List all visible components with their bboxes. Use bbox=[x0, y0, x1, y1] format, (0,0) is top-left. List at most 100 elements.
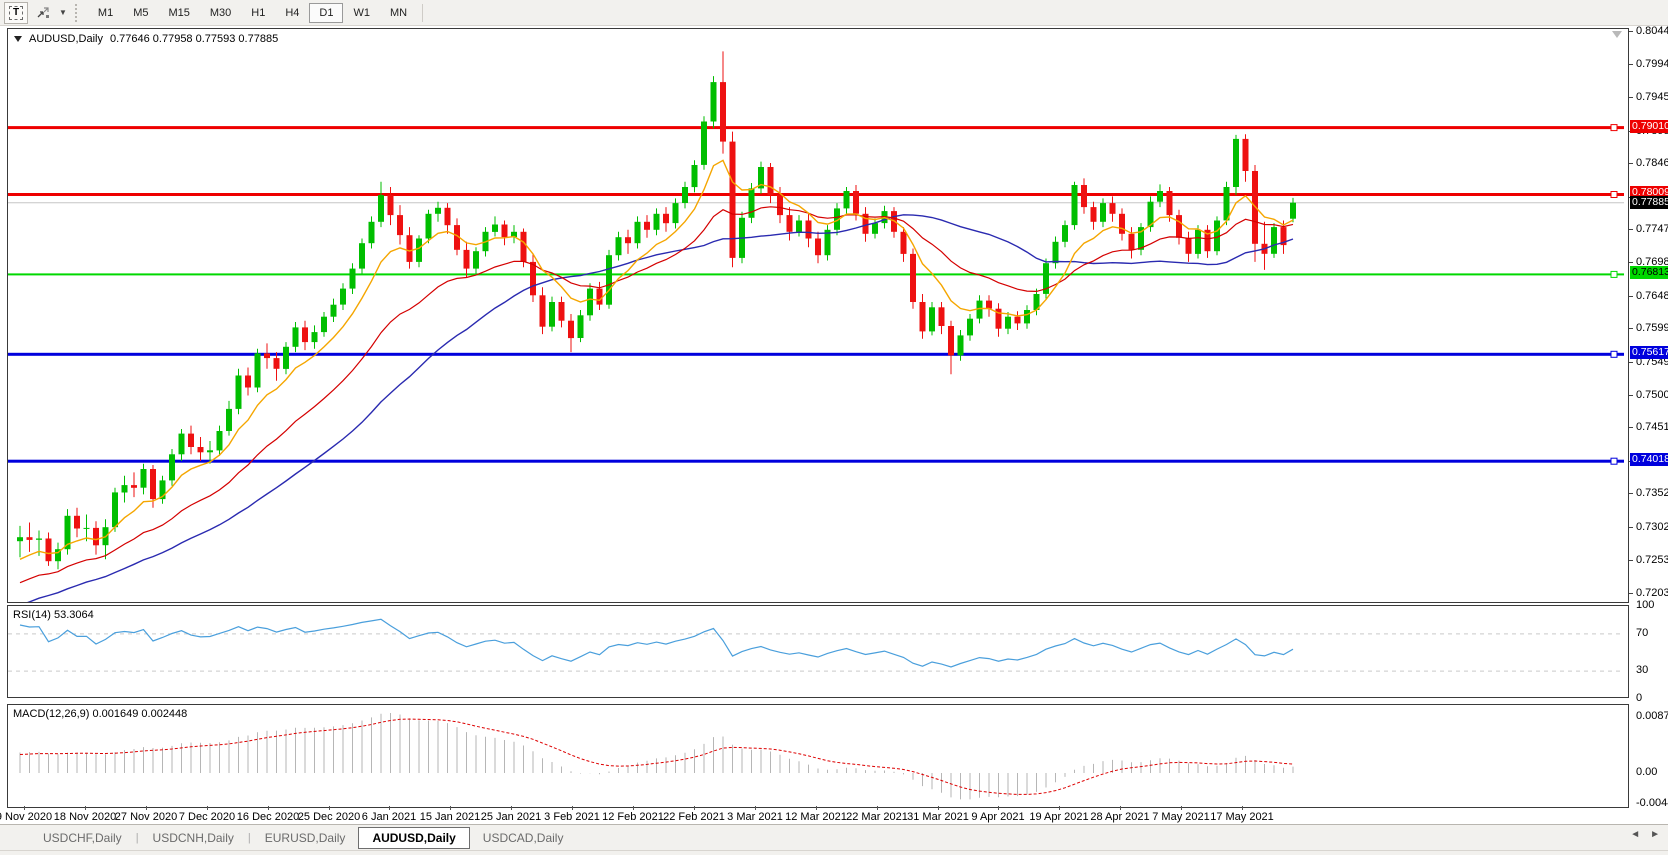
date-label: 22 Mar 2021 bbox=[846, 811, 908, 823]
axis-tick bbox=[1629, 97, 1633, 98]
line-anchor-icon[interactable] bbox=[1610, 270, 1618, 278]
candle-body bbox=[625, 237, 631, 244]
candle-body bbox=[663, 213, 669, 224]
timeframe-button-MN[interactable]: MN bbox=[380, 3, 417, 23]
price-tick-label: 0.73520 bbox=[1636, 487, 1668, 499]
candle-body bbox=[786, 215, 793, 232]
pointer-arrows-icon bbox=[37, 6, 49, 18]
scroll-right-icon[interactable]: ► bbox=[1650, 829, 1660, 840]
price-tick-label: 0.73020 bbox=[1636, 521, 1668, 533]
tab-eurusd[interactable]: EURUSD,Daily bbox=[252, 828, 359, 848]
candlestick-chart bbox=[8, 51, 1624, 602]
candle-body bbox=[767, 167, 774, 196]
macd-axis-label: 0.00 bbox=[1636, 766, 1658, 778]
candle-body bbox=[112, 492, 118, 528]
candle-body bbox=[1100, 203, 1106, 222]
candle-body bbox=[587, 288, 593, 316]
horizontal-line-0.76813[interactable] bbox=[8, 273, 1624, 276]
candle-body bbox=[1005, 316, 1011, 329]
collapse-triangle-icon[interactable] bbox=[14, 36, 22, 42]
line-anchor-icon[interactable] bbox=[1610, 457, 1618, 465]
candle-body bbox=[1223, 187, 1230, 221]
timeframe-button-M30[interactable]: M30 bbox=[200, 3, 241, 23]
chevron-down-icon[interactable]: ▼ bbox=[59, 8, 67, 17]
horizontal-line-0.78009[interactable] bbox=[8, 193, 1624, 196]
candle-body bbox=[720, 82, 726, 142]
date-label: 9 Nov 2020 bbox=[0, 811, 53, 823]
timeframe-button-D1[interactable]: D1 bbox=[309, 2, 344, 23]
rsi-panel[interactable] bbox=[7, 605, 1629, 698]
price-tick-label: 0.72530 bbox=[1636, 554, 1668, 566]
candle-body bbox=[1290, 202, 1296, 219]
macd-panel[interactable] bbox=[7, 704, 1629, 808]
timeframe-button-M15[interactable]: M15 bbox=[158, 3, 199, 23]
line-anchor-icon[interactable] bbox=[1610, 124, 1618, 132]
candle-body bbox=[748, 188, 755, 218]
macd-signal-line bbox=[19, 718, 1294, 795]
rsi-label: RSI(14) 53.3064 bbox=[13, 609, 94, 621]
macd-label: MACD(12,26,9) 0.001649 0.002448 bbox=[13, 708, 188, 720]
candle-body bbox=[321, 316, 327, 333]
candle-body bbox=[1166, 191, 1173, 216]
tab-scroll-arrows: ◄ ► bbox=[1630, 829, 1660, 840]
tab-audusd[interactable]: AUDUSD,Daily bbox=[358, 826, 470, 849]
candle-body bbox=[853, 191, 859, 214]
horizontal-line-0.79010[interactable] bbox=[8, 126, 1624, 130]
candle-body bbox=[948, 326, 954, 356]
candle-body bbox=[473, 251, 479, 269]
candle-body bbox=[606, 255, 612, 305]
price-tick-label: 0.75000 bbox=[1636, 389, 1668, 401]
line-anchor-icon[interactable] bbox=[1610, 191, 1618, 198]
tab-divider: | bbox=[135, 831, 139, 844]
candle-body bbox=[815, 238, 821, 256]
horizontal-line-0.75617[interactable] bbox=[8, 352, 1624, 356]
macd-chart bbox=[19, 713, 1294, 800]
chart-shift-marker[interactable] bbox=[1612, 31, 1622, 38]
candle-body bbox=[216, 431, 223, 451]
rsi-chart bbox=[8, 618, 1624, 672]
price-tick-label: 0.74510 bbox=[1636, 421, 1668, 433]
scroll-left-icon[interactable]: ◄ bbox=[1630, 829, 1640, 840]
candle-body bbox=[359, 243, 365, 269]
date-tick bbox=[24, 806, 25, 810]
candle-body bbox=[501, 224, 508, 238]
candle-body bbox=[1195, 229, 1201, 254]
candle-body bbox=[568, 320, 574, 339]
toolbar-grip[interactable] bbox=[74, 3, 82, 22]
candle-body bbox=[843, 191, 850, 209]
candle-body bbox=[1119, 213, 1125, 234]
candle-body bbox=[986, 300, 992, 309]
timeframe-button-H4[interactable]: H4 bbox=[275, 3, 309, 23]
candle-body bbox=[653, 213, 660, 230]
line-anchor-icon[interactable] bbox=[1610, 350, 1618, 358]
candle-body bbox=[340, 288, 346, 305]
main-chart-panel[interactable] bbox=[7, 28, 1629, 603]
price-line-badge: 0.76813 bbox=[1630, 266, 1668, 279]
axis-tick bbox=[1629, 362, 1633, 363]
candle-body bbox=[957, 335, 964, 356]
text-tool-button[interactable]: T bbox=[4, 1, 28, 24]
candle-body bbox=[150, 469, 156, 500]
axis-tick bbox=[1629, 395, 1633, 396]
candle-body bbox=[710, 82, 717, 122]
date-tick bbox=[755, 806, 756, 810]
timeframe-button-M5[interactable]: M5 bbox=[123, 3, 158, 23]
cursor-tools-button[interactable] bbox=[31, 2, 55, 24]
date-tick bbox=[511, 806, 512, 810]
chart-legend: AUDUSD,Daily 0.77646 0.77958 0.77593 0.7… bbox=[14, 33, 278, 45]
candle-body bbox=[796, 220, 802, 232]
macd-axis-label: -0.00445 bbox=[1636, 797, 1668, 809]
tab-usdcnh[interactable]: USDCNH,Daily bbox=[140, 828, 247, 848]
timeframe-button-H1[interactable]: H1 bbox=[241, 3, 275, 23]
tab-usdchf[interactable]: USDCHF,Daily bbox=[30, 828, 135, 848]
timeframe-button-W1[interactable]: W1 bbox=[343, 3, 380, 23]
price-line-badge: 0.74018 bbox=[1630, 453, 1668, 466]
candle-body bbox=[492, 224, 498, 232]
date-label: 27 Nov 2020 bbox=[114, 811, 178, 823]
candle-body bbox=[1081, 185, 1087, 208]
axis-tick bbox=[1629, 262, 1633, 263]
candle-body bbox=[207, 450, 213, 453]
date-label: 15 Jan 2021 bbox=[419, 811, 481, 823]
tab-usdcad[interactable]: USDCAD,Daily bbox=[470, 828, 577, 848]
timeframe-button-M1[interactable]: M1 bbox=[88, 3, 123, 23]
